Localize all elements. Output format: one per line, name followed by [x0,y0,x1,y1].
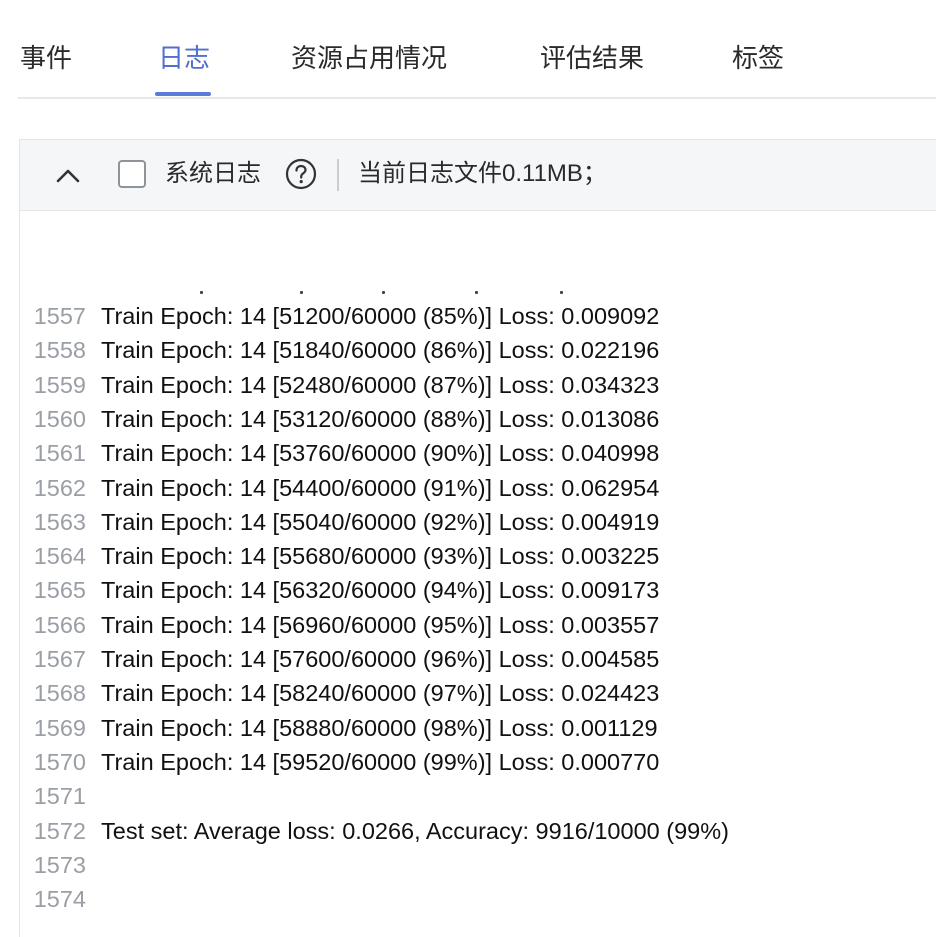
log-line-text: Train Epoch: 14 [51200/60000 (85%)] Loss… [101,303,660,329]
log-line-text: Train Epoch: 14 [59520/60000 (99%)] Loss… [101,748,660,775]
log-line-number: 1570 [33,748,86,775]
log-line-number: 1563 [33,508,86,535]
log-line-number: 1566 [33,611,86,638]
question-circle-icon[interactable] [285,158,317,190]
tab-evaluation-results[interactable]: 评估结果 [540,38,644,78]
tabs-divider [18,97,936,99]
log-line-text: Train Epoch: 14 [58880/60000 (98%)] Loss… [101,714,658,741]
log-content[interactable]: 1557 Train Epoch: 14 [51200/60000 (85%)] … [20,291,936,937]
log-line: 1571 [20,779,936,813]
tab-events[interactable]: 事件 [20,38,72,78]
log-line-number: 1561 [33,440,86,467]
log-line-text: Train Epoch: 14 [55680/60000 (93%)] Loss… [101,543,660,570]
log-line-text: Train Epoch: 14 [53120/60000 (88%)] Loss… [101,405,660,432]
log-line-number: 1573 [33,851,86,878]
log-line: 1564 Train Epoch: 14 [55680/60000 (93%)] … [20,539,936,573]
active-tab-indicator [155,92,211,96]
log-line-text: Train Epoch: 14 [57600/60000 (96%)] Loss… [101,646,660,672]
log-line-text: Train Epoch: 14 [52480/60000 (87%)] Loss… [101,371,660,398]
tab-tags[interactable]: 标签 [732,38,784,78]
log-line-number: 1574 [33,886,86,913]
log-line-text: Train Epoch: 14 [53760/60000 (90%)] Loss… [101,440,660,467]
log-line: 1560 Train Epoch: 14 [53120/60000 (88%)] … [20,402,936,436]
log-line-number: 1569 [33,714,86,741]
log-line-number: 1562 [33,474,86,501]
tab-resource-usage[interactable]: 资源占用情况 [291,38,447,78]
toolbar-separator [337,159,339,191]
log-line: 1561 Train Epoch: 14 [53760/60000 (90%)] … [20,436,936,470]
log-line-text: Train Epoch: 14 [56960/60000 (95%)] Loss… [101,611,660,638]
log-line-text: Train Epoch: 14 [51840/60000 (86%)] Loss… [101,337,660,364]
log-line: 1570 Train Epoch: 14 [59520/60000 (99%)] … [20,745,936,779]
log-line: 1562 Train Epoch: 14 [54400/60000 (91%)] … [20,471,936,505]
log-line-number: 1572 [33,817,86,844]
log-line-number: 1567 [33,646,86,672]
log-line: 1568 Train Epoch: 14 [58240/60000 (97%)] … [20,676,936,710]
log-line: 1569 Train Epoch: 14 [58880/60000 (98%)] … [20,711,936,745]
log-line: 1565 Train Epoch: 14 [56320/60000 (94%)] … [20,573,936,607]
log-line: 1574 [20,882,936,916]
tab-logs[interactable]: 日志 [158,38,210,78]
log-line: 1563 Train Epoch: 14 [55040/60000 (92%)] … [20,505,936,539]
tab-bar: 事件 日志 资源占用情况 评估结果 标签 [0,0,936,99]
log-line-number: 1560 [33,405,86,432]
log-line-number: 1565 [33,577,86,604]
log-line-number: 1558 [33,337,86,364]
log-file-size: 当前日志文件0.11MB； [358,160,607,187]
chevron-up-icon[interactable] [54,162,82,190]
log-line: 1566 Train Epoch: 14 [56960/60000 (95%)] … [20,608,936,642]
log-line: 1559 Train Epoch: 14 [52480/60000 (87%)] … [20,368,936,402]
log-line-number: 1568 [33,680,86,707]
log-line: 1572 Test set: Average loss: 0.0266, Accu… [20,814,936,848]
log-line-number: 1564 [33,543,86,570]
log-line: 1558 Train Epoch: 14 [51840/60000 (86%)] … [20,333,936,367]
log-line-text: Train Epoch: 14 [55040/60000 (92%)] Loss… [101,508,660,535]
log-line-number: 1559 [33,371,86,398]
log-line: 1567 Train Epoch: 14 [57600/60000 (96%)] … [20,642,936,676]
log-line: 1557 Train Epoch: 14 [51200/60000 (85%)] … [20,299,936,333]
log-line-number: 1571 [33,783,86,810]
log-line-text: Train Epoch: 14 [58240/60000 (97%)] Loss… [101,680,660,707]
log-line-text: Test set: Average loss: 0.0266, Accuracy… [101,817,729,844]
system-log-label: 系统日志 [165,160,261,187]
log-panel: 系统日志 当前日志文件0.11MB； 1557 Train Epoch: 14 [… [19,139,936,937]
log-line-text: Train Epoch: 14 [56320/60000 (94%)] Loss… [101,577,660,604]
log-line: 1573 [20,848,936,882]
system-log-checkbox[interactable] [118,160,146,188]
log-line-number: 1557 [33,303,86,329]
log-line-text: Train Epoch: 14 [54400/60000 (91%)] Loss… [101,474,660,501]
log-toolbar: 系统日志 当前日志文件0.11MB； [20,140,936,211]
